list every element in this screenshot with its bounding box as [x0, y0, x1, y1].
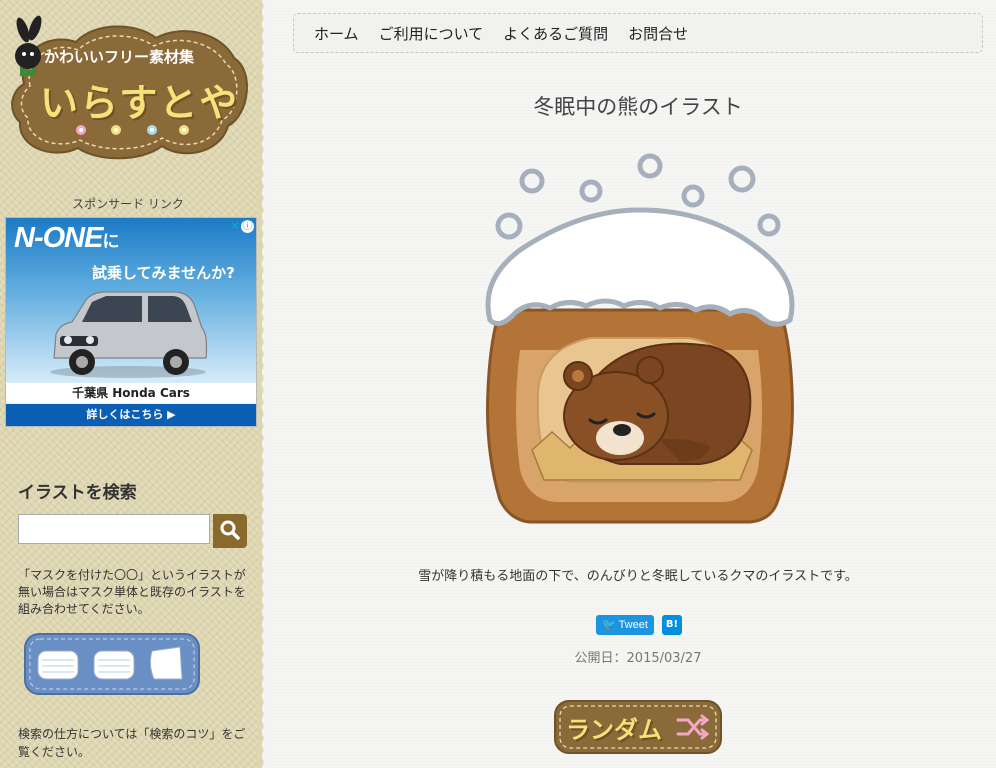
- nav-item-home[interactable]: ホーム: [314, 23, 359, 44]
- twitter-icon: 🐦: [602, 619, 616, 631]
- post-description: 雪が降り積もる地面の下で、のんびりと冬眠しているクマのイラストです。: [418, 569, 858, 584]
- ad-title-suffix: に: [102, 232, 119, 251]
- tweet-button[interactable]: 🐦 Tweet: [596, 615, 654, 635]
- top-navbar: ホーム ご利用について よくあるご質問 お問合せ: [293, 13, 983, 53]
- search-icon: [220, 520, 240, 540]
- main-content: ホーム ご利用について よくあるご質問 お問合せ 冬眠中の熊のイラスト 雪が降り…: [270, 0, 996, 768]
- share-buttons: 🐦 Tweet B!: [596, 615, 682, 635]
- sponsored-link-label: スポンサード リンク: [72, 197, 184, 211]
- ad-close-icon[interactable]: ✕: [230, 219, 240, 233]
- ad-info-icon[interactable]: ⓘ: [241, 220, 254, 233]
- sponsored-ad[interactable]: N-ONEに 試乗してみませんか? ⓘ ✕ 千葉県 Honda Cars 詳しく…: [5, 217, 257, 427]
- mask-note: 「マスクを付けた〇〇」というイラストが無い場合はマスク単体と既存のイラストを組み…: [18, 568, 246, 616]
- nav-item-faq[interactable]: よくあるご質問: [503, 23, 608, 44]
- ad-subtitle: 試乗してみませんか?: [92, 264, 235, 282]
- sidebar: かわいいフリー素材集 いらすとや スポンサード リンク N-ONEに 試乗してみ…: [0, 0, 262, 768]
- tweet-label: Tweet: [618, 619, 648, 631]
- logo-title: いらすとや: [40, 81, 240, 125]
- sidebar-scalloped-edge: [258, 0, 270, 768]
- nav-item-contact[interactable]: お問合せ: [628, 23, 688, 44]
- search-heading: イラストを検索: [18, 483, 137, 503]
- hatena-bookmark-button[interactable]: B!: [661, 615, 682, 635]
- mask-banner[interactable]: [24, 633, 200, 695]
- ad-title-text: N-ONE: [14, 222, 103, 254]
- ad-dealer: 千葉県 Honda Cars: [6, 383, 256, 403]
- nav-item-usage[interactable]: ご利用について: [379, 23, 484, 44]
- search-input[interactable]: [18, 514, 210, 544]
- ad-cta-button[interactable]: 詳しくはこちら ▶: [6, 404, 256, 426]
- published-date: 公開日：2015/03/27: [574, 651, 702, 666]
- post-title: 冬眠中の熊のイラスト: [533, 95, 743, 119]
- ad-title: N-ONEに: [14, 222, 119, 255]
- random-button[interactable]: ランダム: [554, 700, 722, 754]
- logo-subtitle: かわいいフリー素材集: [44, 48, 195, 66]
- random-label: ランダム: [566, 716, 662, 744]
- car-image: [50, 291, 208, 378]
- hibernating-bear-illustration: [485, 153, 795, 524]
- site-logo[interactable]: かわいいフリー素材集 いらすとや: [6, 14, 252, 164]
- search-tips: 検索の仕方については「検索のコツ」をご覧ください。: [18, 727, 246, 759]
- search-button[interactable]: [213, 514, 247, 548]
